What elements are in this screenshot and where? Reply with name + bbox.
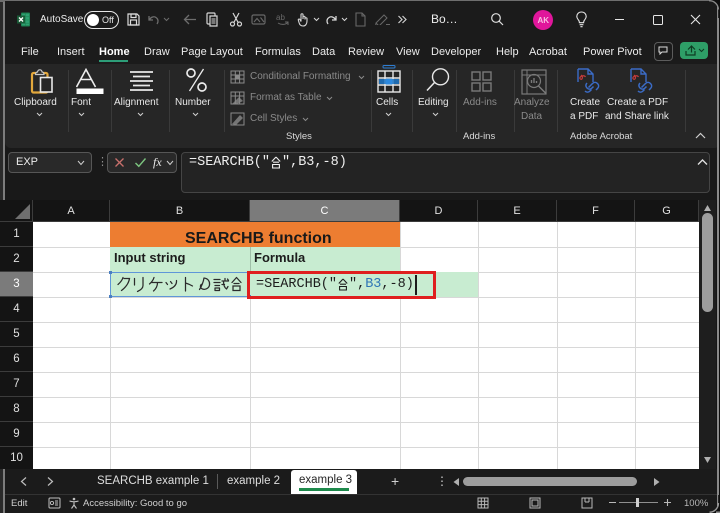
svg-text:ab: ab <box>276 13 285 22</box>
